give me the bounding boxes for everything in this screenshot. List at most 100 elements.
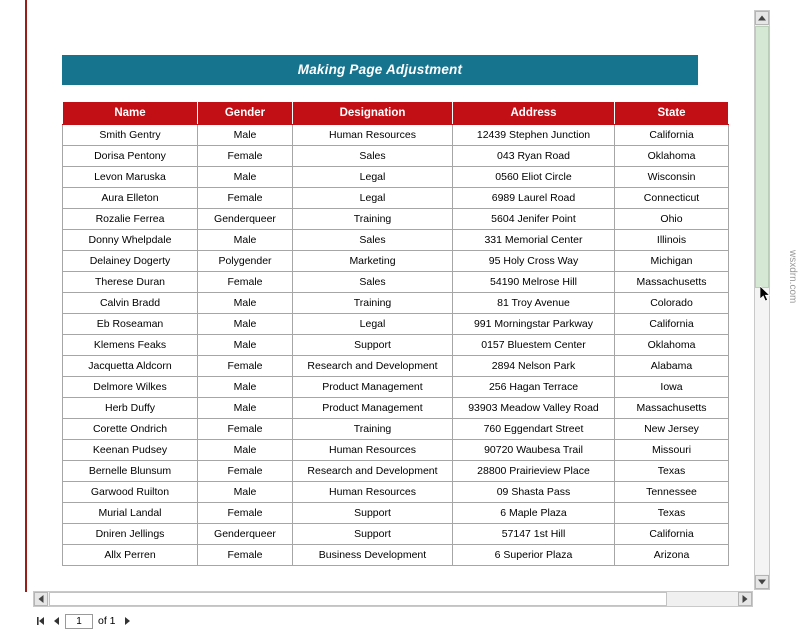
table-cell: Tennessee <box>614 481 729 503</box>
table-cell: 6 Superior Plaza <box>452 544 615 566</box>
vertical-scroll-thumb[interactable] <box>755 26 769 288</box>
table-cell: 81 Troy Avenue <box>452 292 615 314</box>
table-cell: New Jersey <box>614 418 729 440</box>
table-cell: 331 Memorial Center <box>452 229 615 251</box>
table-cell: Legal <box>292 313 453 335</box>
table-cell: 90720 Waubesa Trail <box>452 439 615 461</box>
table-cell: 256 Hagan Terrace <box>452 376 615 398</box>
table-row: Eb Roseaman Male Legal 991 Morningstar Park… <box>62 313 729 335</box>
table-cell: Product Management <box>292 376 453 398</box>
table-cell: 6 Maple Plaza <box>452 502 615 524</box>
table-header-row: Name Gender Designation Address State <box>62 101 729 125</box>
column-header-gender: Gender <box>197 101 293 125</box>
table-cell: 12439 Stephen Junction <box>452 124 615 146</box>
table-cell: 09 Shasta Pass <box>452 481 615 503</box>
table-cell: Business Development <box>292 544 453 566</box>
table-cell: Calvin Bradd <box>62 292 198 314</box>
table-row: Rozalie Ferrea Genderqueer Training 5604 Je… <box>62 208 729 230</box>
table-cell: Research and Development <box>292 355 453 377</box>
table-cell: California <box>614 523 729 545</box>
table-row: Aura Elleton Female Legal 6989 Laurel Road C… <box>62 187 729 209</box>
table-cell: Sales <box>292 145 453 167</box>
first-page-button[interactable] <box>33 613 47 629</box>
table-cell: Male <box>197 481 293 503</box>
table-cell: Massachusetts <box>614 397 729 419</box>
table-cell: California <box>614 124 729 146</box>
next-page-button[interactable] <box>121 613 135 629</box>
table-row: Klemens Feaks Male Support 0157 Bluestem Ce… <box>62 334 729 356</box>
chevron-up-icon <box>758 15 766 21</box>
left-margin-area <box>0 0 26 592</box>
table-cell: Rozalie Ferrea <box>62 208 198 230</box>
table-cell: 760 Eggendart Street <box>452 418 615 440</box>
table-cell: Jacquetta Aldcorn <box>62 355 198 377</box>
table-cell: Michigan <box>614 250 729 272</box>
watermark-text: wsxdrn.com <box>787 250 798 304</box>
horizontal-scroll-thumb[interactable] <box>49 592 667 606</box>
table-row: Delmore Wilkes Male Product Management 256 … <box>62 376 729 398</box>
table-cell: Male <box>197 334 293 356</box>
table-row: Delainey Dogerty Polygender Marketing 95 Ho… <box>62 250 729 272</box>
vertical-scroll-track[interactable] <box>755 288 769 574</box>
table-cell: Oklahoma <box>614 334 729 356</box>
table-body: Smith Gentry Male Human Resources 12439 Ste… <box>62 124 729 566</box>
scroll-left-button[interactable] <box>34 592 48 606</box>
document-page-area: Making Page Adjustment Name Gender Desig… <box>28 10 753 590</box>
table-cell: Texas <box>614 460 729 482</box>
table-cell: Male <box>197 166 293 188</box>
table-cell: Illinois <box>614 229 729 251</box>
table-cell: Garwood Ruilton <box>62 481 198 503</box>
column-header-name: Name <box>62 101 198 125</box>
table-cell: Klemens Feaks <box>62 334 198 356</box>
chevron-right-icon <box>742 595 748 603</box>
vertical-scrollbar[interactable] <box>754 10 770 590</box>
table-row: Bernelle Blunsum Female Research and Devel… <box>62 460 729 482</box>
table-row: Allx Perren Female Business Development 6 S… <box>62 544 729 566</box>
table-cell: Delainey Dogerty <box>62 250 198 272</box>
employee-table: Name Gender Designation Address State Sm… <box>62 101 729 566</box>
table-cell: 0157 Bluestem Center <box>452 334 615 356</box>
scroll-right-button[interactable] <box>738 592 752 606</box>
table-cell: Male <box>197 397 293 419</box>
table-cell: Female <box>197 145 293 167</box>
scroll-down-button[interactable] <box>755 575 769 589</box>
table-cell: 6989 Laurel Road <box>452 187 615 209</box>
table-row: Levon Maruska Male Legal 0560 Eliot Circle W… <box>62 166 729 188</box>
next-page-icon <box>125 617 131 625</box>
table-cell: Male <box>197 439 293 461</box>
table-cell: 28800 Prairieview Place <box>452 460 615 482</box>
horizontal-scrollbar[interactable] <box>33 591 753 607</box>
table-cell: Male <box>197 229 293 251</box>
table-cell: Ohio <box>614 208 729 230</box>
scroll-up-button[interactable] <box>755 11 769 25</box>
table-cell: Bernelle Blunsum <box>62 460 198 482</box>
table-cell: Texas <box>614 502 729 524</box>
left-accent-bar <box>25 0 27 592</box>
page-number-input[interactable] <box>65 613 93 629</box>
table-cell: 95 Holy Cross Way <box>452 250 615 272</box>
table-cell: Human Resources <box>292 439 453 461</box>
table-cell: Sales <box>292 229 453 251</box>
table-cell: Herb Duffy <box>62 397 198 419</box>
page-navigation: of 1 <box>33 611 135 631</box>
table-cell: Dorisa Pentony <box>62 145 198 167</box>
table-cell: Male <box>197 292 293 314</box>
table-cell: 991 Morningstar Parkway <box>452 313 615 335</box>
previous-page-button[interactable] <box>49 613 63 629</box>
table-cell: California <box>614 313 729 335</box>
table-row: Herb Duffy Male Product Management 93903 Me… <box>62 397 729 419</box>
table-cell: Training <box>292 292 453 314</box>
table-cell: Female <box>197 271 293 293</box>
table-row: Keenan Pudsey Male Human Resources 90720 Wa… <box>62 439 729 461</box>
page-count-label: of 1 <box>98 615 116 627</box>
table-row: Jacquetta Aldcorn Female Research and Deve… <box>62 355 729 377</box>
table-header: Name Gender Designation Address State <box>62 101 729 125</box>
table-cell: Female <box>197 460 293 482</box>
table-cell: Oklahoma <box>614 145 729 167</box>
table-cell: Eb Roseaman <box>62 313 198 335</box>
previous-page-icon <box>53 617 59 625</box>
table-cell: Murial Landal <box>62 502 198 524</box>
table-row: Therese Duran Female Sales 54190 Melrose Hi… <box>62 271 729 293</box>
table-row: Garwood Ruilton Male Human Resources 09 Sha… <box>62 481 729 503</box>
table-cell: Research and Development <box>292 460 453 482</box>
